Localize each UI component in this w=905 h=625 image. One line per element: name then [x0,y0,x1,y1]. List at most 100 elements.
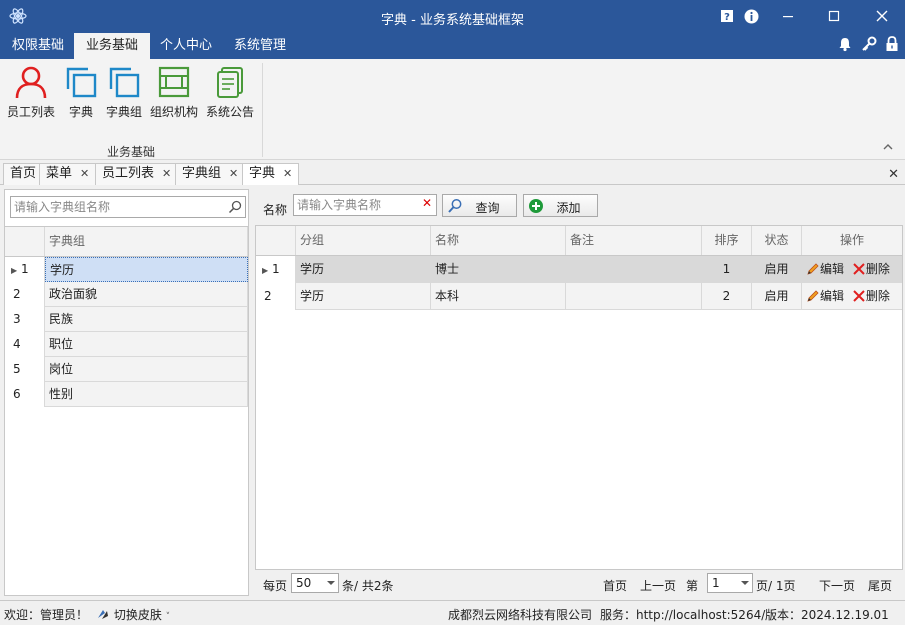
edit-button[interactable]: 编辑 [806,283,844,309]
doc-tab-dictionary-group[interactable]: 字典组 ✕ [175,163,246,185]
group-name-cell[interactable]: 性别 [45,382,248,407]
status-cell[interactable]: 启用 [752,256,802,283]
delete-x-icon [853,290,865,302]
group-name-cell[interactable]: 民族 [45,307,248,332]
maximize-icon[interactable] [824,6,844,26]
table-row[interactable]: 2 学历 本科 2 启用 编辑 删除 [256,283,902,310]
title-bar: 字典 - 业务系统基础框架 ? [0,0,905,33]
row-pointer-icon: ▶ [11,266,18,275]
tab-permission-basics[interactable]: 权限基础 [0,33,76,59]
minimize-icon[interactable] [778,6,798,26]
name-cell[interactable]: 本科 [431,283,566,310]
table-row[interactable]: 2 政治面貌 [5,282,248,307]
query-button-label: 查询 [475,201,500,215]
table-row[interactable]: 4 职位 [5,332,248,357]
add-button[interactable]: 添加 [523,194,598,217]
search-icon[interactable] [228,200,242,214]
dictionary-toolbar: 名称 ✕ 查询 添加 [255,189,903,225]
delete-x-icon [853,263,865,275]
ribbon-button-organization[interactable]: 组织机构 [148,65,200,123]
row-number: 1 [271,262,280,276]
row-number-header [256,226,296,255]
ribbon-button-dictionary[interactable]: 字典 [62,65,100,123]
column-header-status[interactable]: 状态 [752,226,802,255]
doc-tab-label: 菜单 [46,166,73,181]
name-search-input[interactable] [294,195,418,215]
page-number-select[interactable]: 1 [707,573,753,593]
column-header-name[interactable]: 名称 [431,226,566,255]
org-icon [158,66,190,98]
ribbon-button-system-notice[interactable]: 系统公告 [204,65,256,123]
group-grid: 字典组 ▶ 1 学历 2 政治面貌 3 民族 4 职位 5 岗位 6 性别 [5,226,248,595]
table-row[interactable]: ▶ 1 学历 博士 1 启用 编辑 删除 [256,256,902,283]
close-tab-icon[interactable]: ✕ [80,167,89,180]
next-page-link[interactable]: 下一页 [819,577,855,594]
bell-icon[interactable] [836,35,854,53]
info-icon[interactable] [741,6,761,26]
group-cell[interactable]: 学历 [296,256,431,283]
content-area: 字典组 ▶ 1 学历 2 政治面貌 3 民族 4 职位 5 岗位 [0,185,905,598]
key-icon[interactable] [860,35,878,53]
table-row[interactable]: 5 岗位 [5,357,248,382]
table-row[interactable]: ▶ 1 学历 [5,257,248,282]
help-icon[interactable]: ? [717,6,737,26]
clear-icon[interactable]: ✕ [422,196,432,210]
group-name-cell[interactable]: 学历 [45,257,248,282]
tab-system-management[interactable]: 系统管理 [222,33,298,59]
svg-text:?: ? [724,12,730,23]
ribbon-tab-bar: 权限基础 业务基础 个人中心 系统管理 [0,33,905,59]
doc-tab-employee-list[interactable]: 员工列表 ✕ [95,163,179,185]
group-name-cell[interactable]: 政治面貌 [45,282,248,307]
actions-cell: 编辑 删除 [802,283,902,310]
page-size-select[interactable]: 50 [291,573,339,593]
name-label: 名称 [263,203,288,217]
tab-business-basics[interactable]: 业务基础 [74,33,151,59]
row-number: 5 [5,357,45,382]
edit-label: 编辑 [820,289,845,303]
name-cell[interactable]: 博士 [431,256,566,283]
close-tab-icon[interactable]: ✕ [162,167,171,180]
order-cell[interactable]: 2 [702,283,752,310]
table-row[interactable]: 6 性别 [5,382,248,407]
remark-cell[interactable] [566,283,702,310]
query-button[interactable]: 查询 [442,194,517,217]
doc-tab-dictionary[interactable]: 字典 ✕ [242,163,300,186]
ribbon-button-employee-list[interactable]: 员工列表 [4,65,58,123]
group-cell[interactable]: 学历 [296,283,431,310]
table-row[interactable]: 3 民族 [5,307,248,332]
switch-skin-button[interactable]: 切换皮肤 ˅ [96,606,170,623]
column-header-remark[interactable]: 备注 [566,226,702,255]
edit-button[interactable]: 编辑 [806,256,844,282]
group-name-cell[interactable]: 岗位 [45,357,248,382]
group-grid-header: 字典组 [5,227,248,257]
status-cell[interactable]: 启用 [752,283,802,310]
order-cell[interactable]: 1 [702,256,752,283]
group-search-input[interactable] [11,197,221,217]
column-header-group[interactable]: 分组 [296,226,431,255]
close-icon[interactable] [872,6,892,26]
tab-personal-center[interactable]: 个人中心 [148,33,224,59]
delete-button[interactable]: 删除 [852,283,890,309]
dictionary-grid-header: 分组 名称 备注 排序 状态 操作 [256,226,902,256]
lock-icon[interactable] [883,35,901,53]
remark-cell[interactable] [566,256,702,283]
row-number: 3 [5,307,45,332]
last-page-link[interactable]: 尾页 [868,577,892,594]
dictionary-panel: 分组 名称 备注 排序 状态 操作 ▶ 1 学历 博士 1 启用 编辑 删除 2… [255,225,903,570]
skin-icon [98,610,108,619]
delete-button[interactable]: 删除 [852,256,890,282]
close-tab-icon[interactable]: ✕ [229,167,238,180]
row-number: 4 [5,332,45,357]
prev-page-link[interactable]: 上一页 [640,577,676,594]
close-tab-icon[interactable]: ✕ [283,167,292,180]
group-name-cell[interactable]: 职位 [45,332,248,357]
ribbon-button-dictionary-group[interactable]: 字典组 [103,65,145,123]
document-tab-bar: 首页 菜单 ✕ 员工列表 ✕ 字典组 ✕ 字典 ✕ ✕ [0,161,905,186]
doc-tab-menu[interactable]: 菜单 ✕ [39,163,97,185]
close-all-tabs-icon[interactable]: ✕ [888,167,899,182]
first-page-link[interactable]: 首页 [603,577,627,594]
column-header-order[interactable]: 排序 [702,226,752,255]
delete-label: 删除 [865,289,890,303]
chevron-up-icon[interactable] [881,141,895,153]
doc-tab-home[interactable]: 首页 [3,163,44,185]
